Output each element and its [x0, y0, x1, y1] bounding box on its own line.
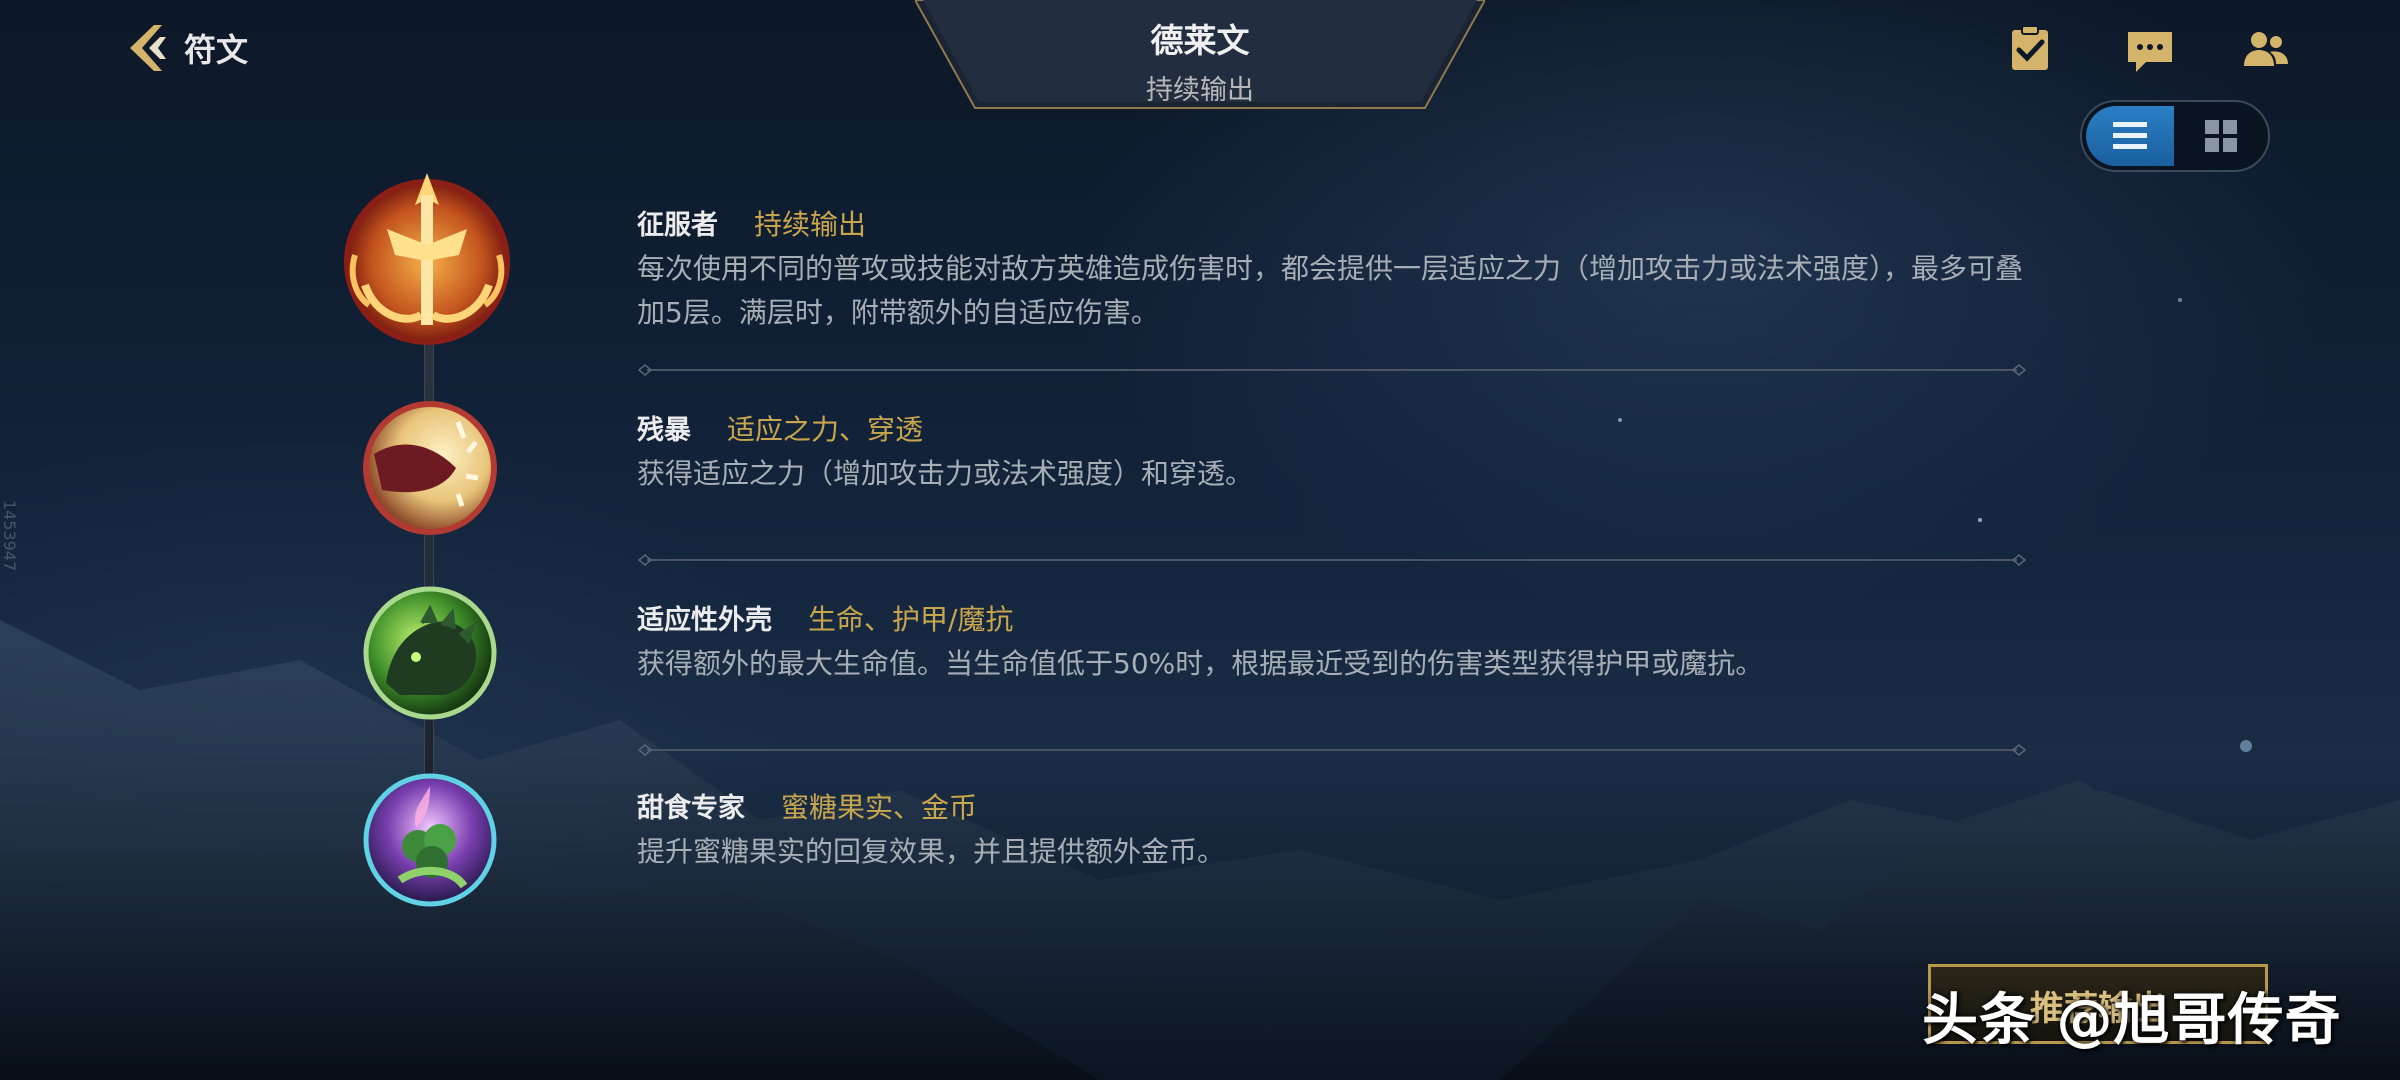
rune-divider [637, 744, 2027, 756]
rune-tag: 持续输出 [754, 208, 867, 241]
rune-row-4: 甜食专家 蜜糖果实、金币 提升蜜糖果实的回复效果，并且提供额外金币。 [637, 786, 2037, 874]
back-arrow-icon [130, 25, 166, 71]
rune-name: 甜食专家 [637, 793, 745, 824]
rune-description: 获得适应之力（增加攻击力或法术强度）和穿透。 [637, 457, 1254, 490]
rune-icon-conqueror[interactable] [335, 165, 520, 350]
rune-description: 提升蜜糖果实的回复效果，并且提供额外金币。 [637, 835, 1226, 868]
list-view-icon [2113, 122, 2147, 149]
back-button[interactable]: 符文 [120, 18, 248, 78]
conqueror-icon [344, 173, 510, 345]
rune-name: 适应性外壳 [637, 605, 772, 636]
friends-icon[interactable] [2240, 24, 2292, 76]
adaptive-shell-icon [363, 586, 497, 720]
back-label: 符文 [184, 31, 249, 69]
list-view-button[interactable] [2086, 106, 2174, 166]
rune-tag: 蜜糖果实、金币 [781, 791, 978, 824]
rune-name: 残暴 [637, 415, 691, 446]
brutal-icon [363, 401, 497, 535]
champion-title-plate: 德莱文 持续输出 [915, 0, 1485, 110]
rune-name: 征服者 [637, 210, 718, 241]
chat-bubble-icon[interactable] [2124, 26, 2176, 78]
view-toggle [2080, 100, 2270, 172]
rune-row-2: 残暴 适应之力、穿透 获得适应之力（增加攻击力或法术强度）和穿透。 [637, 408, 2037, 496]
grid-view-button[interactable] [2178, 106, 2264, 166]
rune-tag: 生命、护甲/魔抗 [808, 603, 1014, 636]
rune-icon-sweet-tooth[interactable] [360, 770, 500, 910]
rune-row-1: 征服者 持续输出 每次使用不同的普攻或技能对敌方英雄造成伤害时，都会提供一层适应… [637, 203, 2037, 335]
clipboard-check-icon[interactable] [2004, 22, 2056, 74]
rune-description: 获得额外的最大生命值。当生命值低于50%时，根据最近受到的伤害类型获得护甲或魔抗… [637, 647, 1764, 680]
rune-divider [637, 554, 2027, 566]
rune-page-screen: 1453947 符文 德莱文 持续输出 征服者 持续输出 每次使用不同的普攻或技… [0, 0, 2400, 1080]
rune-tag: 适应之力、穿透 [727, 413, 924, 446]
sweet-tooth-icon [363, 773, 497, 907]
side-code: 1453947 [0, 499, 20, 572]
rune-icon-brutal[interactable] [360, 398, 500, 538]
champion-subtitle: 持续输出 [1146, 75, 1254, 106]
rune-divider [637, 364, 2027, 376]
rune-row-3: 适应性外壳 生命、护甲/魔抗 获得额外的最大生命值。当生命值低于50%时，根据最… [637, 598, 2037, 686]
champion-name: 德莱文 [1150, 21, 1250, 60]
background-mountains [0, 298, 2400, 1080]
grid-view-icon [2205, 120, 2237, 152]
watermark: 头条 @旭哥传奇 [1922, 988, 2342, 1053]
rune-icon-adaptive-shell[interactable] [360, 583, 500, 723]
rune-description: 每次使用不同的普攻或技能对敌方英雄造成伤害时，都会提供一层适应之力（增加攻击力或… [637, 252, 2024, 329]
